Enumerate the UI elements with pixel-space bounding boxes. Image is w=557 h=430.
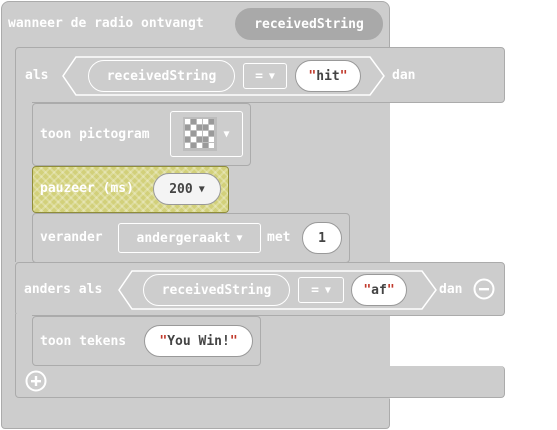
quote-close: "	[229, 333, 238, 349]
quote-close: "	[339, 68, 348, 84]
if-block-spine	[15, 100, 32, 262]
quote-open: "	[308, 68, 317, 84]
else-if-value-string[interactable]: " af "	[351, 274, 407, 306]
if-label: als	[25, 68, 49, 83]
if-operator-dropdown[interactable]: = ▼	[243, 63, 287, 89]
show-string-label: toon tekens	[40, 334, 127, 349]
show-string-value[interactable]: " You Win! "	[144, 325, 253, 357]
else-if-operator-dropdown[interactable]: = ▼	[298, 277, 344, 303]
else-if-operator-label: =	[311, 282, 319, 298]
quote-open: "	[159, 333, 168, 349]
change-with-label: met	[267, 230, 291, 245]
event-label: wanneer de radio ontvangt	[8, 16, 204, 31]
show-icon-label: toon pictogram	[40, 127, 150, 142]
change-variable-dropdown[interactable]: andergeraakt ▼	[118, 223, 261, 253]
if-operator-label: =	[255, 68, 263, 84]
plus-circle-icon[interactable]	[25, 370, 47, 392]
else-if-block-spine	[15, 314, 32, 368]
pause-duration-dropdown[interactable]: 200 ▼	[153, 173, 221, 205]
else-if-label: anders als	[24, 282, 103, 297]
change-label: verander	[40, 230, 103, 245]
pictogram-dropdown[interactable]: ▼	[170, 111, 243, 157]
dropdown-triangle-icon: ▼	[223, 128, 230, 140]
if-value-text: hit	[316, 68, 340, 84]
show-string-text: You Win!	[167, 333, 230, 349]
led-pictogram-icon	[183, 117, 218, 151]
if-then-label: dan	[392, 68, 416, 83]
if-block-footer	[15, 366, 505, 398]
event-variable-pill[interactable]: receivedString	[235, 8, 383, 40]
else-if-then-label: dan	[439, 282, 463, 297]
quote-open: "	[363, 282, 372, 298]
change-amount-input[interactable]: 1	[302, 222, 342, 254]
dropdown-triangle-icon: ▼	[324, 284, 331, 296]
change-variable-name: andergeraakt	[136, 230, 231, 246]
else-if-left-variable[interactable]: receivedString	[143, 274, 290, 306]
minus-circle-icon[interactable]	[473, 278, 495, 300]
quote-close: "	[386, 282, 395, 298]
else-if-value-text: af	[371, 282, 387, 298]
dropdown-triangle-icon: ▼	[268, 70, 275, 82]
if-value-string[interactable]: " hit "	[295, 60, 361, 92]
dropdown-triangle-icon: ▼	[198, 183, 205, 195]
if-left-variable[interactable]: receivedString	[88, 60, 235, 92]
dropdown-triangle-icon: ▼	[236, 232, 243, 244]
pause-label: pauzeer (ms)	[40, 181, 134, 196]
pause-duration-value: 200	[169, 181, 193, 197]
